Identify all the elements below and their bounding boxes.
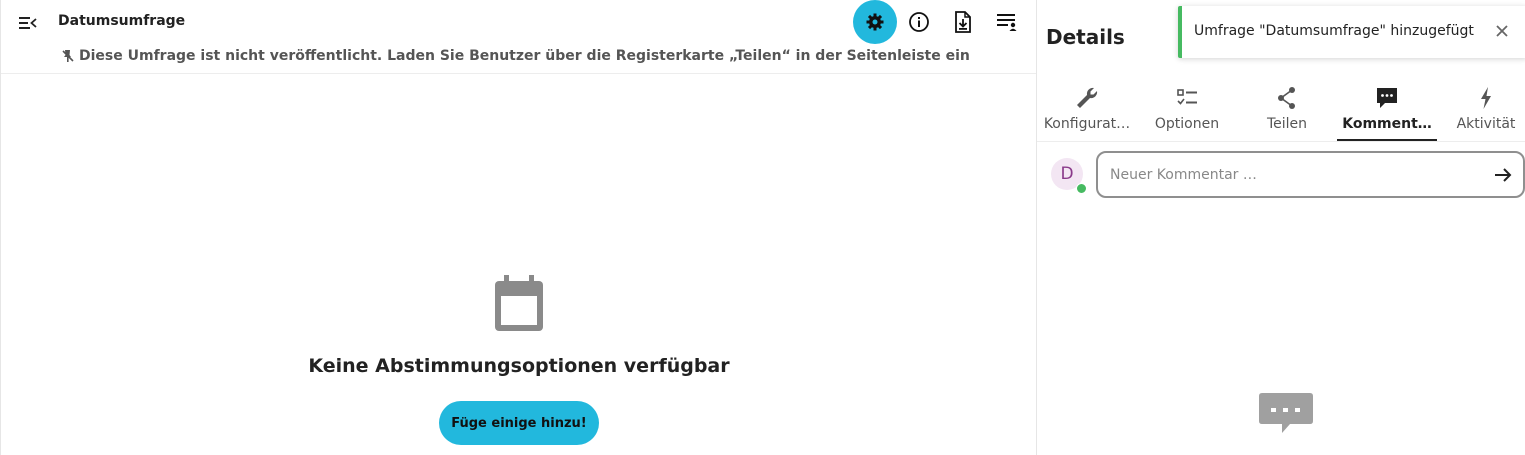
wrench-icon	[1077, 87, 1098, 108]
sidebar-tabs: Konfigurat… Optionen Teilen Komment… Akt…	[1037, 84, 1525, 142]
empty-state-title: Keine Abstimmungsoptionen verfügbar	[308, 355, 730, 377]
tab-options-label: Optionen	[1154, 116, 1220, 132]
comment-icon	[1377, 88, 1397, 108]
checklist-icon	[1177, 89, 1197, 105]
sidebar-title: Details	[1046, 25, 1125, 49]
add-options-button[interactable]: Füge einige hinzu!	[439, 401, 599, 445]
tab-activity[interactable]: Aktivität	[1436, 84, 1525, 141]
options-list-icon	[997, 14, 1017, 31]
new-comment-input[interactable]	[1096, 151, 1525, 198]
tab-comments-label: Komment…	[1342, 116, 1432, 132]
poll-title: Datumsumfrage	[58, 13, 186, 29]
tab-comments[interactable]: Komment…	[1337, 84, 1437, 141]
info-icon	[909, 12, 929, 32]
share-icon	[1278, 87, 1295, 109]
comments-empty-icon	[1259, 393, 1313, 433]
menu-collapse-icon	[19, 17, 37, 29]
main-content: Datumsumfrage Diese Umfrage ist nicht ve…	[0, 0, 1037, 455]
options-list-button[interactable]	[985, 0, 1029, 44]
tab-options[interactable]: Optionen	[1137, 84, 1237, 141]
success-toast: Umfrage "Datumsumfrage" hinzugefügt	[1178, 6, 1525, 58]
tab-activity-label: Aktivität	[1456, 116, 1516, 132]
navigation-toggle-button[interactable]	[15, 10, 41, 36]
close-icon	[1496, 25, 1508, 37]
empty-state	[1, 270, 1037, 332]
new-comment-row: D	[1037, 150, 1525, 200]
tab-configuration[interactable]: Konfigurat…	[1037, 84, 1137, 141]
tab-share-label: Teilen	[1266, 116, 1308, 132]
unpublished-icon	[62, 50, 74, 62]
unpublished-notice: Diese Umfrage ist nicht veröffentlicht. …	[60, 48, 970, 64]
export-button[interactable]	[941, 0, 985, 44]
info-button[interactable]	[897, 0, 941, 44]
calendar-icon	[495, 275, 543, 331]
header-actions	[853, 0, 1029, 44]
arrow-right-icon	[1495, 168, 1512, 182]
online-status-indicator	[1076, 183, 1087, 194]
toast-close-button[interactable]	[1491, 20, 1513, 42]
details-sidebar: Details Konfigurat… Optionen Teilen Komm…	[1036, 0, 1525, 455]
export-icon	[955, 11, 971, 33]
lightning-icon	[1481, 87, 1491, 109]
toast-message: Umfrage "Datumsumfrage" hinzugefügt	[1194, 23, 1474, 39]
poll-header: Datumsumfrage Diese Umfrage ist nicht ve…	[1, 0, 1037, 74]
gear-icon	[866, 13, 884, 31]
unpublished-notice-text: Diese Umfrage ist nicht veröffentlicht. …	[79, 48, 970, 64]
tab-share[interactable]: Teilen	[1237, 84, 1337, 141]
tab-configuration-label: Konfigurat…	[1043, 116, 1131, 132]
settings-button[interactable]	[853, 0, 897, 44]
send-comment-button[interactable]	[1491, 163, 1515, 187]
